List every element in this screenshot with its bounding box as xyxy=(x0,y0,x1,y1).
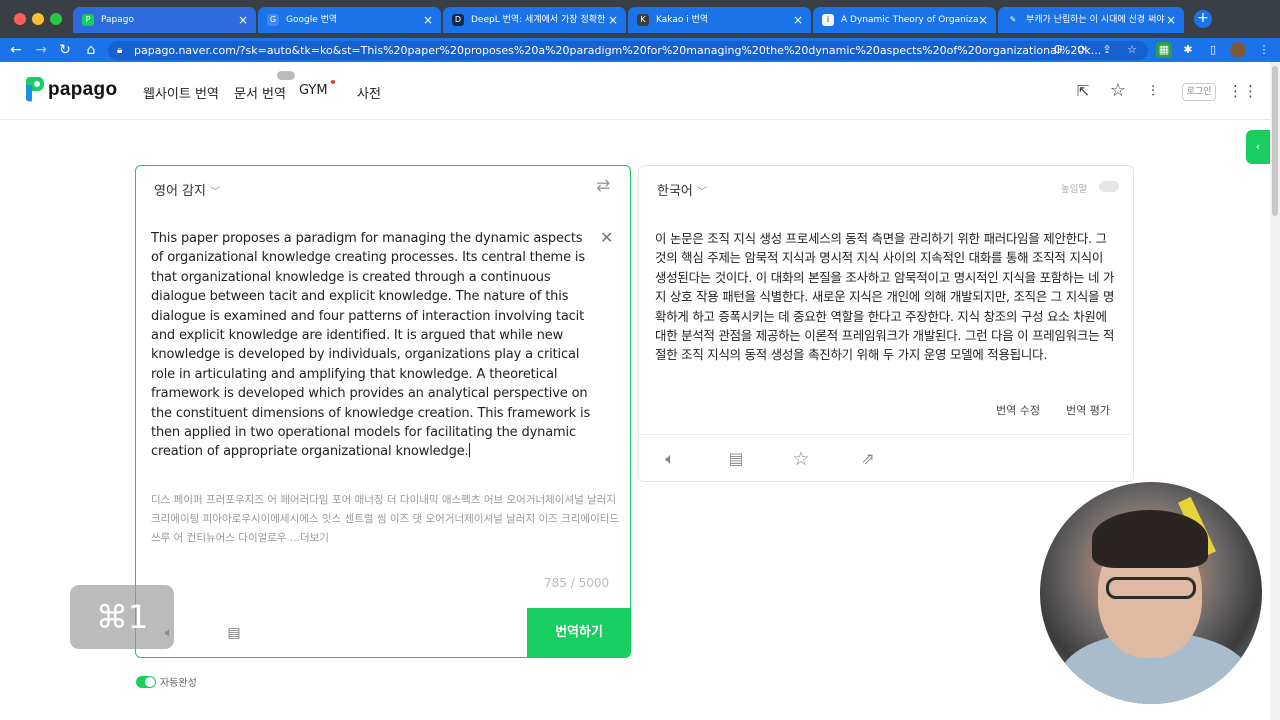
favorite-star-icon[interactable]: ☆ xyxy=(790,448,812,470)
browser-tab-bar: P Papago × G Google 번역 × D DeepL 번역: 세계에… xyxy=(0,0,1280,38)
new-tab-button[interactable]: + xyxy=(1194,10,1212,28)
source-language-label: 영어 감지 xyxy=(154,184,206,199)
tab-title: 부캐가 난립하는 이 시대에 신경 써야 xyxy=(1026,15,1165,25)
reload-icon[interactable]: ↻ xyxy=(56,41,74,59)
translated-text: 이 논문은 조직 지식 생성 프로세스의 동적 측면을 관리하기 위한 패러다임… xyxy=(655,231,1115,363)
back-arrow-icon[interactable]: ← xyxy=(7,41,25,59)
bookmark-star-icon[interactable]: ☆ xyxy=(1124,42,1140,58)
sheets-extension-icon[interactable]: ▦ xyxy=(1156,42,1172,58)
source-text: This paper proposes a paradigm for manag… xyxy=(151,231,591,460)
browser-tab-article[interactable]: ✎ 부캐가 난립하는 이 시대에 신경 써야 × xyxy=(998,7,1184,33)
honorific-toggle[interactable] xyxy=(1099,181,1119,192)
autocomplete-label: 자동완성 xyxy=(160,678,197,689)
close-tab-icon[interactable]: × xyxy=(423,7,433,33)
papago-header: papago 웹사이트 번역 문서 번역 GYM 사전 ⇱ ☆ ⫶ 로그인 ⋮⋮ xyxy=(0,62,1280,120)
presenter-glasses xyxy=(1106,577,1196,599)
source-text-input[interactable]: This paper proposes a paradigm for manag… xyxy=(151,229,596,462)
address-bar[interactable]: 🔒︎ papago.naver.com/?sk=auto&tk=ko&st=Th… xyxy=(108,41,1148,60)
target-language-select[interactable]: 한국어 ﹀ xyxy=(657,180,707,199)
character-count: 785 / 5000 xyxy=(544,576,610,590)
papago-favicon-icon: P xyxy=(82,14,94,26)
autocomplete-toggle[interactable] xyxy=(136,676,156,688)
source-language-select[interactable]: 영어 감지 ﹀ xyxy=(154,180,220,199)
chevron-down-icon: ﹀ xyxy=(697,187,708,198)
source-panel: 영어 감지 ﹀ ⇄ ✕ This paper proposes a paradi… xyxy=(135,165,631,658)
text-cursor xyxy=(468,443,470,458)
chevron-down-icon: ﹀ xyxy=(210,187,221,198)
google-icon[interactable]: G xyxy=(1050,42,1066,58)
close-tab-icon[interactable]: × xyxy=(1166,7,1176,33)
browser-tab-deepl[interactable]: D DeepL 번역: 세계에서 가장 정확한 × xyxy=(443,7,626,33)
lock-icon: 🔒︎ xyxy=(117,45,123,56)
share-icon[interactable]: ⇗ xyxy=(857,448,879,470)
google-favicon-icon: G xyxy=(267,14,279,26)
document-favicon-icon: i xyxy=(822,14,834,26)
sidebar-icon[interactable]: ▯ xyxy=(1205,42,1221,58)
maximize-window-button[interactable] xyxy=(50,13,62,25)
home-icon[interactable]: ⌂ xyxy=(82,41,100,59)
settings-sliders-icon[interactable]: ⫶ xyxy=(1143,81,1163,101)
clear-text-icon[interactable]: ✕ xyxy=(600,228,613,247)
browser-tab-google-translate[interactable]: G Google 번역 × xyxy=(258,7,441,33)
close-tab-icon[interactable]: × xyxy=(238,7,248,33)
translate-button[interactable]: 번역하기 xyxy=(527,608,631,657)
keyboard-shortcut-overlay: ⌘1 xyxy=(70,585,174,649)
edit-translation-link[interactable]: 번역 수정 xyxy=(996,402,1040,418)
translate-page-icon[interactable]: ⟳ xyxy=(1074,42,1090,58)
browser-toolbar: ← → ↻ ⌂ 🔒︎ papago.naver.com/?sk=auto&tk=… xyxy=(0,38,1280,62)
tab-title: DeepL 번역: 세계에서 가장 정확한 xyxy=(471,15,606,25)
side-panel-toggle[interactable]: ‹ xyxy=(1246,130,1270,164)
close-tab-icon[interactable]: × xyxy=(978,7,988,33)
source-pronunciation: 디스 페이퍼 프러포우지즈 어 페어러다임 포어 매너징 더 다이내믹 애스펙츠… xyxy=(151,494,620,544)
papago-logo-icon[interactable] xyxy=(24,77,44,103)
speaker-icon[interactable]: 🔈︎ xyxy=(659,448,681,470)
handwriting-note-icon[interactable]: ▤ xyxy=(225,624,243,642)
gym-beta-badge xyxy=(277,71,295,80)
pen-favicon-icon: ✎ xyxy=(1007,14,1019,26)
nav-dictionary[interactable]: 사전 xyxy=(357,83,381,102)
webcam-overlay xyxy=(1040,482,1262,704)
divider xyxy=(639,434,1133,435)
extensions-puzzle-icon[interactable]: ✱ xyxy=(1180,42,1196,58)
kakao-favicon-icon: K xyxy=(637,14,649,26)
scrollbar-thumb[interactable] xyxy=(1272,66,1278,216)
more-menu-icon[interactable]: ⋮ xyxy=(1256,42,1272,58)
tab-title: A Dynamic Theory of Organiza xyxy=(841,15,979,25)
swap-languages-icon[interactable]: ⇄ xyxy=(596,176,610,196)
browser-tab-kakao[interactable]: K Kakao i 번역 × xyxy=(628,7,811,33)
tab-title: Google 번역 xyxy=(286,15,338,25)
presenter-hair xyxy=(1092,510,1208,568)
honorific-label: 높임말 xyxy=(1061,184,1088,195)
gym-new-dot xyxy=(331,80,335,84)
target-panel: 한국어 ﹀ 높임말 이 논문은 조직 지식 생성 프로세스의 동적 측면을 관리… xyxy=(638,165,1134,482)
nav-document-translation[interactable]: 문서 번역 xyxy=(234,83,286,102)
tab-title: Kakao i 번역 xyxy=(656,15,709,25)
papago-logo-text[interactable]: papago xyxy=(48,79,117,101)
autocomplete-toggle-row[interactable]: 자동완성 xyxy=(136,674,197,689)
close-tab-icon[interactable]: × xyxy=(608,7,618,33)
share-external-icon[interactable]: ⇱ xyxy=(1073,81,1093,101)
forward-arrow-icon[interactable]: → xyxy=(32,41,50,59)
browser-tab-papago[interactable]: P Papago × xyxy=(73,7,256,33)
browser-tab-paper[interactable]: i A Dynamic Theory of Organiza × xyxy=(813,7,996,33)
minimize-window-button[interactable] xyxy=(32,13,44,25)
apps-grid-icon[interactable]: ⋮⋮ xyxy=(1228,81,1258,101)
favorite-star-icon[interactable]: ☆ xyxy=(1108,81,1128,101)
nav-website-translation[interactable]: 웹사이트 번역 xyxy=(143,83,219,102)
close-window-button[interactable] xyxy=(14,13,26,25)
target-language-label: 한국어 xyxy=(657,184,693,199)
share-icon[interactable]: ⇪ xyxy=(1099,42,1115,58)
tab-title: Papago xyxy=(101,15,134,25)
url-text: papago.naver.com/?sk=auto&tk=ko&st=This%… xyxy=(134,44,1102,57)
profile-avatar[interactable] xyxy=(1230,42,1246,58)
rate-translation-link[interactable]: 번역 평가 xyxy=(1066,402,1110,418)
login-button[interactable]: 로그인 xyxy=(1182,83,1216,101)
close-tab-icon[interactable]: × xyxy=(793,7,803,33)
copy-text-icon[interactable]: ▤ xyxy=(725,448,747,470)
deepl-favicon-icon: D xyxy=(452,14,464,26)
nav-gym[interactable]: GYM xyxy=(299,83,328,98)
